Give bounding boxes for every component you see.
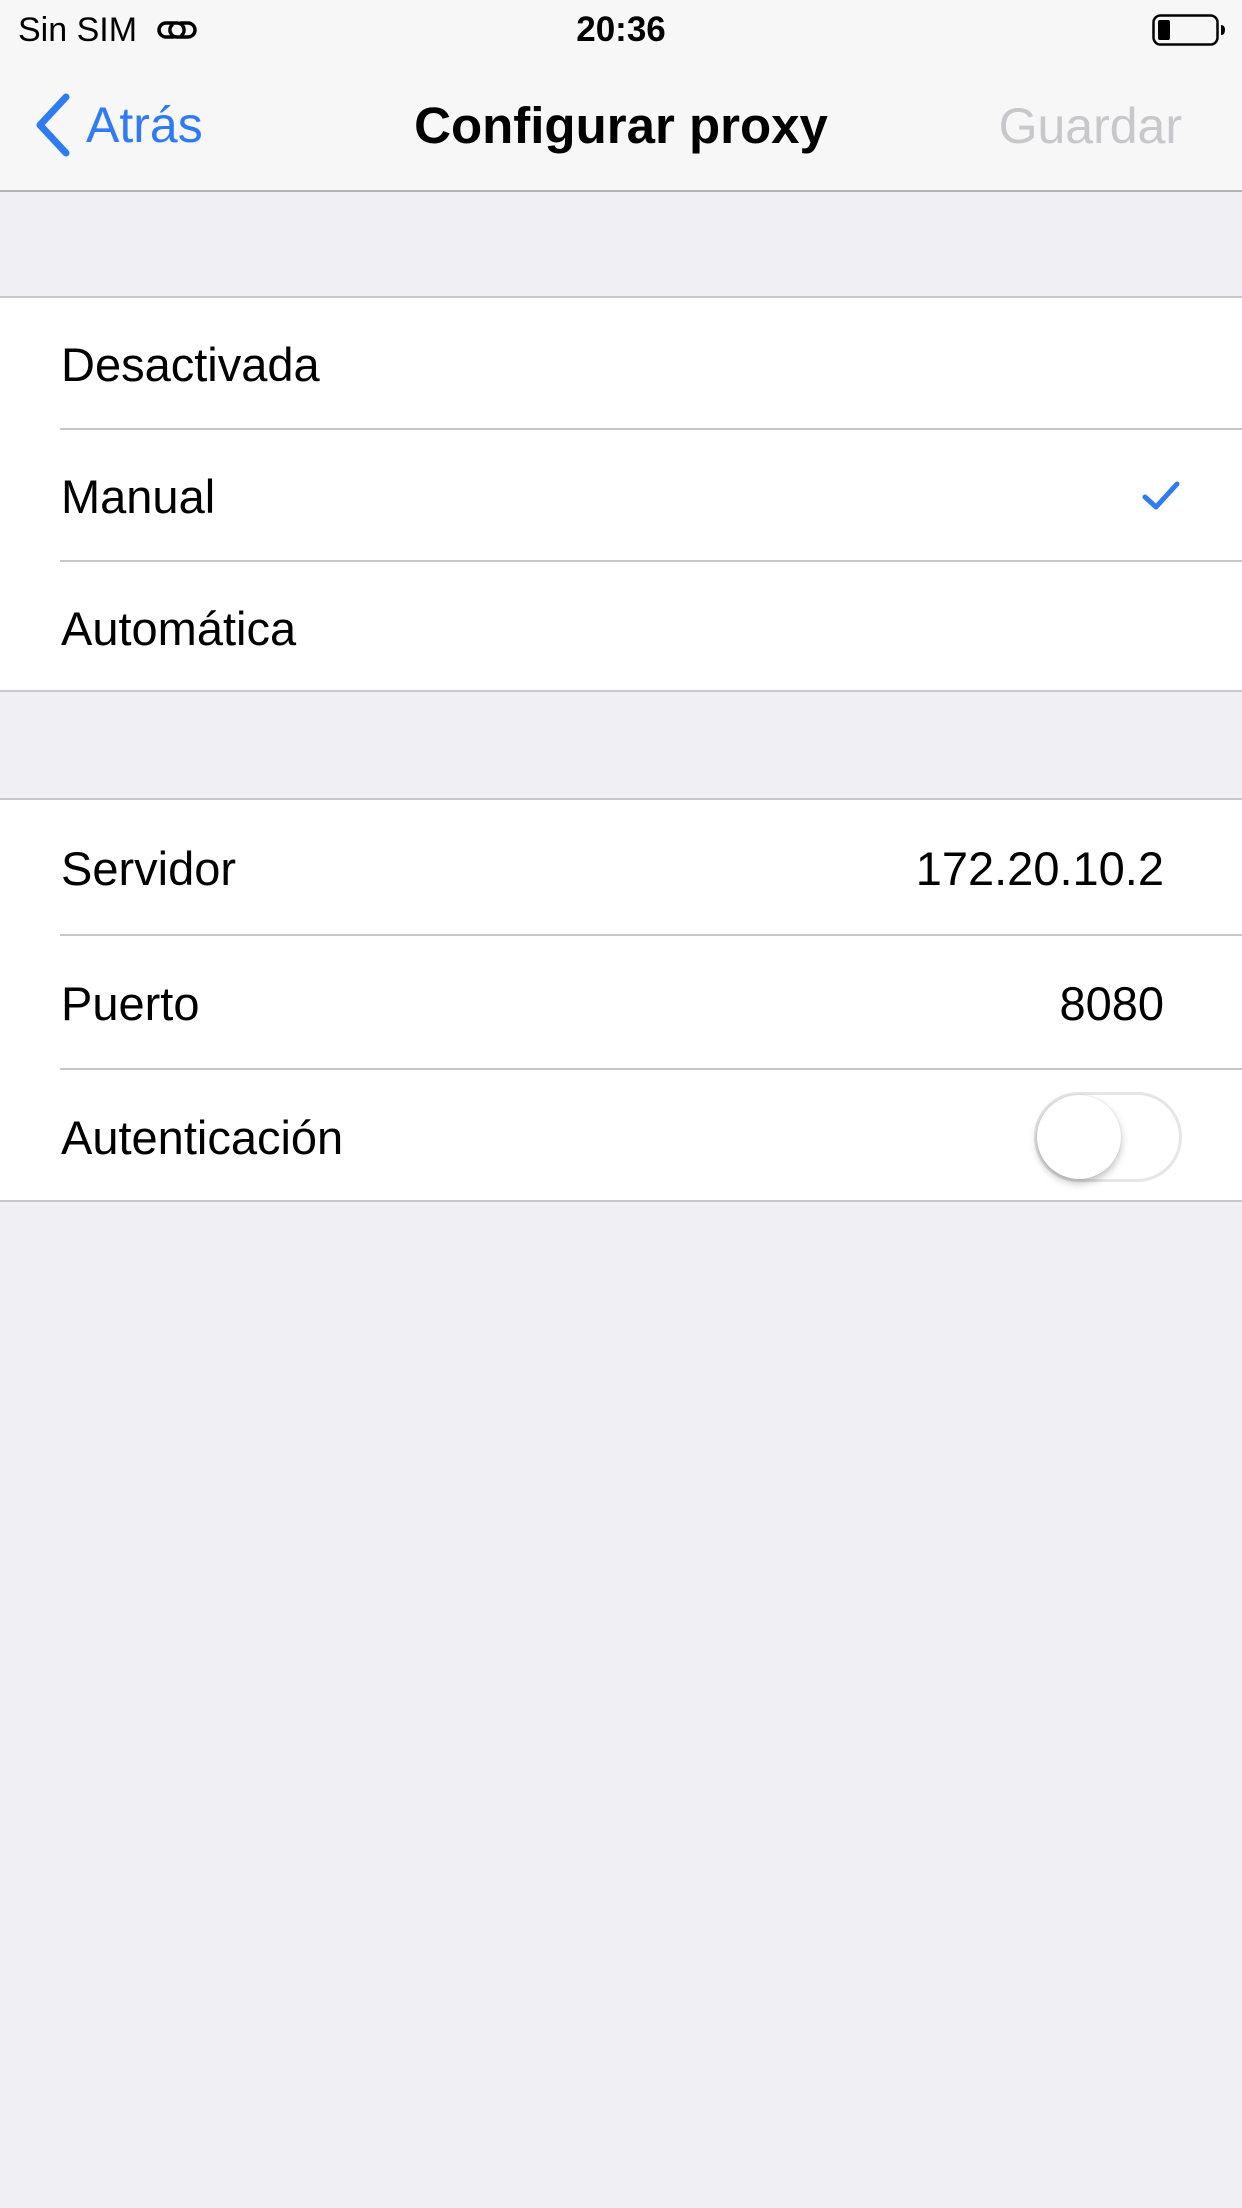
toggle-knob	[1037, 1095, 1121, 1179]
proxy-mode-group: Desactivada Manual Automática	[0, 296, 1242, 692]
manual-settings-group: Servidor 172.20.10.2 Puerto 8080 Autenti…	[0, 798, 1242, 1202]
server-field[interactable]: 172.20.10.2	[916, 841, 1164, 896]
status-bar: Sin SIM 20:36	[0, 0, 1242, 60]
server-row[interactable]: Servidor 172.20.10.2	[0, 800, 1242, 936]
authentication-label: Autenticación	[61, 1110, 344, 1164]
option-manual-row[interactable]: Manual	[0, 430, 1242, 562]
battery-low-icon	[1152, 14, 1225, 46]
port-field[interactable]: 8080	[1059, 976, 1164, 1031]
option-manual-label: Manual	[61, 469, 216, 523]
option-off-label: Desactivada	[61, 337, 320, 391]
checkmark-icon	[1142, 481, 1180, 510]
option-automatic-row[interactable]: Automática	[0, 562, 1242, 694]
option-off-row[interactable]: Desactivada	[0, 298, 1242, 430]
server-label: Servidor	[61, 841, 237, 895]
port-row[interactable]: Puerto 8080	[0, 936, 1242, 1070]
navigation-bar: Atrás Configurar proxy Guardar	[0, 60, 1242, 192]
authentication-row: Autenticación	[0, 1070, 1242, 1204]
port-label: Puerto	[61, 976, 200, 1030]
option-automatic-label: Automática	[61, 601, 297, 655]
save-button[interactable]: Guardar	[999, 96, 1182, 156]
authentication-toggle[interactable]	[1034, 1092, 1182, 1182]
status-time: 20:36	[576, 10, 666, 49]
